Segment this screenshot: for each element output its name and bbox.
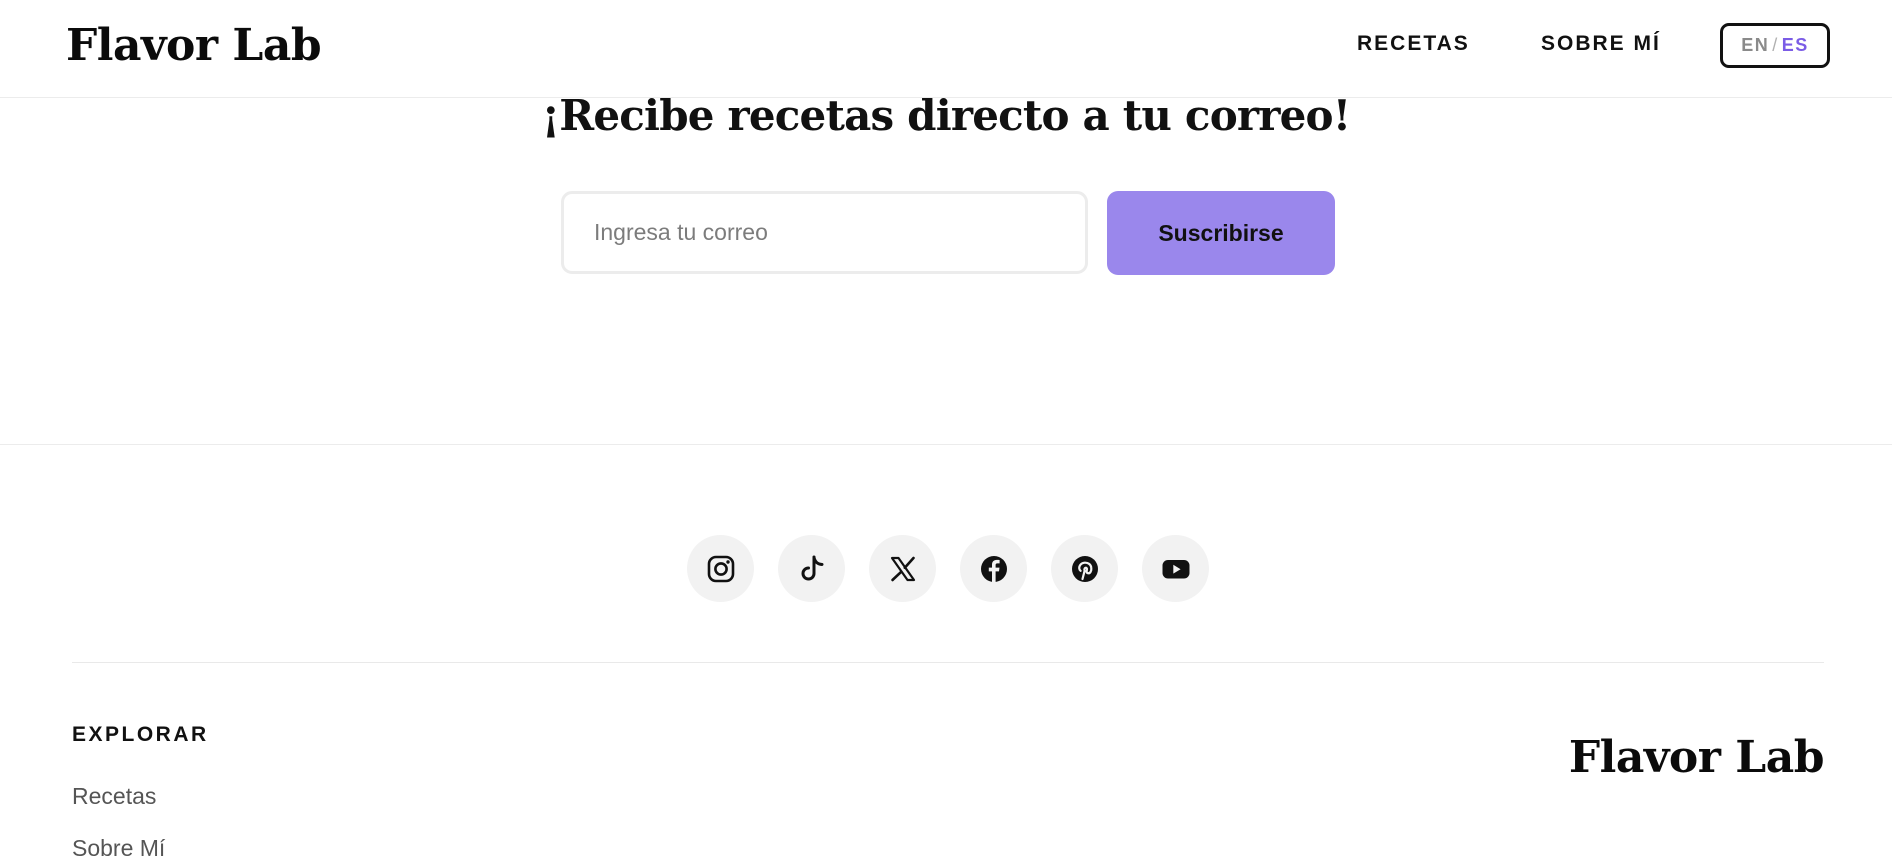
instagram-icon xyxy=(705,553,737,585)
youtube-link[interactable] xyxy=(1142,535,1209,602)
footer-logo[interactable]: Flavor Lab xyxy=(1569,730,1825,786)
footer-heading-explorar: EXPLORAR xyxy=(72,723,209,746)
footer-link-recetas[interactable]: Recetas xyxy=(72,783,156,810)
subscribe-button[interactable]: Suscribirse xyxy=(1107,191,1335,275)
language-option-es[interactable]: ES xyxy=(1782,35,1809,56)
email-input[interactable] xyxy=(561,191,1088,274)
nav-link-sobre-mi[interactable]: SOBRE MÍ xyxy=(1541,32,1661,56)
site-logo[interactable]: Flavor Lab xyxy=(66,18,322,74)
language-option-en[interactable]: EN xyxy=(1741,35,1769,56)
x-link[interactable] xyxy=(869,535,936,602)
tiktok-link[interactable] xyxy=(778,535,845,602)
footer-divider xyxy=(72,662,1824,663)
social-links xyxy=(687,535,1209,602)
facebook-icon xyxy=(978,553,1010,585)
language-separator: / xyxy=(1772,35,1779,55)
instagram-link[interactable] xyxy=(687,535,754,602)
nav-link-recetas[interactable]: RECETAS xyxy=(1357,32,1470,56)
x-icon xyxy=(887,553,919,585)
footer-link-sobre-mi[interactable]: Sobre Mí xyxy=(72,835,165,862)
youtube-icon xyxy=(1160,553,1192,585)
site-header: Flavor Lab RECETAS SOBRE MÍ EN / ES xyxy=(0,0,1892,98)
facebook-link[interactable] xyxy=(960,535,1027,602)
section-divider xyxy=(0,444,1892,445)
language-toggle[interactable]: EN / ES xyxy=(1720,23,1830,68)
pinterest-icon xyxy=(1069,553,1101,585)
tiktok-icon xyxy=(796,553,828,585)
pinterest-link[interactable] xyxy=(1051,535,1118,602)
